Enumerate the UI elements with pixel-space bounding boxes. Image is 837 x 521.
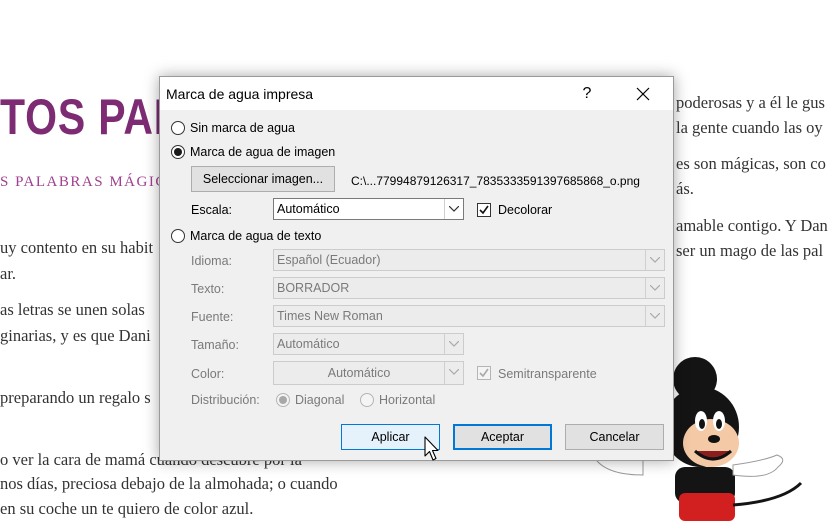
document-line: ginarias, y es que Dani	[0, 326, 151, 345]
no-watermark-label[interactable]: Sin marca de agua	[190, 121, 295, 135]
close-button[interactable]	[626, 82, 660, 106]
document-line: nos días, preciosa debajo de la almohada…	[0, 474, 338, 493]
size-label: Tamaño:	[191, 338, 239, 352]
scale-dropdown[interactable]: Automático	[273, 198, 464, 220]
color-label: Color:	[191, 367, 225, 381]
semitransparent-label[interactable]: Semitransparente	[498, 367, 597, 381]
diagonal-radio[interactable]	[276, 393, 290, 407]
checkmark-icon	[479, 205, 489, 215]
dialog-title: Marca de agua impresa	[166, 86, 314, 102]
document-line: ás.	[676, 179, 694, 198]
picture-path-text: C:\...77994879126317_7835333591397685868…	[351, 174, 640, 188]
checkmark-icon	[479, 368, 489, 378]
language-label: Idioma:	[191, 254, 232, 268]
font-dropdown[interactable]: Times New Roman	[273, 305, 665, 327]
document-line: es son mágicas, son co	[676, 154, 826, 173]
document-line: la gente cuando las oy	[676, 118, 823, 137]
text-watermark-label[interactable]: Marca de agua de texto	[190, 229, 321, 243]
select-picture-button[interactable]: Seleccionar imagen...	[191, 166, 335, 192]
scale-label: Escala:	[191, 203, 232, 217]
color-value: Automático	[327, 366, 391, 380]
horizontal-radio[interactable]	[360, 393, 374, 407]
document-subtitle: S PALABRAS MÁGICA	[0, 174, 180, 190]
document-title: TOS PAR	[0, 89, 185, 145]
washout-label[interactable]: Decolorar	[498, 203, 552, 217]
document-line: amable contigo. Y Dan	[676, 216, 828, 235]
language-value: Español (Ecuador)	[277, 253, 381, 267]
no-watermark-radio[interactable]	[171, 121, 185, 135]
color-dropdown[interactable]: Automático	[273, 361, 464, 385]
ok-button[interactable]: Aceptar	[453, 424, 552, 450]
dialog-titlebar[interactable]: Marca de agua impresa ?	[160, 77, 673, 110]
chevron-down-icon	[444, 334, 463, 354]
text-dropdown[interactable]: BORRADOR	[273, 277, 665, 299]
chevron-down-icon	[645, 278, 664, 298]
size-dropdown[interactable]: Automático	[273, 333, 464, 355]
document-line: as letras se unen solas	[0, 300, 145, 319]
chevron-down-icon	[444, 199, 463, 219]
font-value: Times New Roman	[277, 309, 383, 323]
document-line: ar.	[0, 264, 17, 283]
close-icon	[636, 87, 650, 101]
picture-watermark-label[interactable]: Marca de agua de imagen	[190, 145, 335, 159]
layout-label: Distribución:	[191, 393, 260, 407]
mouse-pointer-icon	[424, 436, 439, 461]
text-label: Texto:	[191, 282, 225, 296]
document-line: ser un mago de las pal	[676, 241, 824, 260]
chevron-down-icon	[645, 306, 664, 326]
size-value: Automático	[277, 337, 340, 351]
cancel-button[interactable]: Cancelar	[565, 424, 664, 450]
text-value: BORRADOR	[277, 281, 350, 295]
chevron-down-icon	[645, 250, 664, 270]
text-watermark-radio[interactable]	[171, 229, 185, 243]
chevron-down-icon	[444, 362, 463, 384]
help-button[interactable]: ?	[568, 82, 606, 106]
semitransparent-checkbox[interactable]	[477, 366, 491, 380]
document-line: uy contento en su habit	[0, 238, 154, 257]
font-label: Fuente:	[191, 310, 234, 324]
picture-watermark-radio[interactable]	[171, 145, 185, 159]
diagonal-label[interactable]: Diagonal	[295, 393, 344, 407]
scale-value: Automático	[277, 202, 340, 216]
document-line: preparando un regalo s	[0, 388, 151, 407]
language-dropdown[interactable]: Español (Ecuador)	[273, 249, 665, 271]
document-line: en su coche un te quiero de color azul.	[0, 499, 254, 518]
horizontal-label[interactable]: Horizontal	[379, 393, 435, 407]
document-line: poderosas y a él le gus	[676, 93, 825, 112]
washout-checkbox[interactable]	[477, 203, 491, 217]
watermark-dialog: Marca de agua impresa ? Sin marca de agu…	[159, 76, 674, 461]
